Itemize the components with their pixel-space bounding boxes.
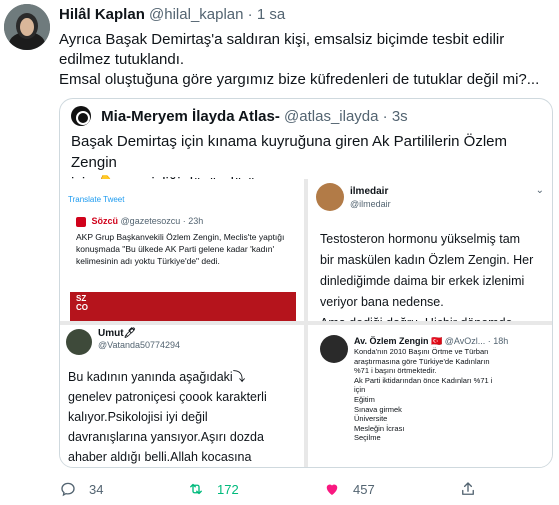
ozlem-text-line: için	[354, 385, 366, 395]
retweet-icon	[190, 483, 202, 495]
media-ozlem-screenshot: Av. Özlem Zengin 🇹🇷 @AvOzl... · 18h Kond…	[308, 325, 552, 467]
media-collage[interactable]: Translate Tweet Sözcü @gazetesozcu · 23h…	[60, 179, 552, 467]
sozcu-handle: @gazetesozcu · 23h	[120, 216, 204, 226]
umut-name: Umut🖊	[98, 328, 137, 339]
quoted-text-line: Başak Demirtaş için kınama kuyruğuna gir…	[71, 133, 508, 171]
quoted-tweet-header: Mia-Meryem İlayda Atlas- @atlas_ilayda ·…	[71, 106, 408, 127]
translate-link: Translate Tweet	[68, 195, 125, 204]
tweet-text-line: Ayrıca Başak Demirtaş'a saldıran kişi, e…	[59, 31, 505, 68]
ozlem-text: Konda'nın 2010 Başını Örtme ve Türban ar…	[354, 347, 546, 443]
ilmedair-text-line: dinlediğimde daima bir erkek izlenimi	[320, 274, 525, 288]
separator-dot: ·	[382, 107, 388, 125]
chevron-down-icon: ⌄	[535, 185, 544, 196]
ozlem-text-line: Üniversite	[354, 414, 388, 424]
share-button[interactable]	[459, 480, 489, 498]
quoted-tweet-time: 3s	[391, 107, 408, 125]
ilmedair-name: ilmedair	[350, 186, 389, 197]
umut-text-line: ahaber aldığı belli.Allah kocasına	[68, 450, 252, 464]
umut-avatar	[66, 329, 92, 355]
sozcu-text: AKP Grup Başkanvekili Özlem Zengin, Mecl…	[76, 232, 285, 266]
ozlem-name: Av. Özlem Zengin 🇹🇷	[354, 336, 443, 346]
heart-icon	[326, 484, 338, 495]
media-ilmedair-screenshot: ilmedair @ilmedair ⌄ Testosteron hormonu…	[308, 179, 552, 321]
sozcu-logo-icon	[76, 216, 86, 227]
author-avatar[interactable]	[4, 4, 50, 50]
media-umut-screenshot: Umut🖊 @Vatanda50774294 Bu kadının yanınd…	[60, 325, 304, 467]
share-icon	[462, 482, 474, 495]
ozlem-header: Av. Özlem Zengin 🇹🇷 @AvOzl... · 18h	[354, 336, 508, 347]
tweet-text: Ayrıca Başak Demirtaş'a saldıran kişi, e…	[59, 30, 554, 90]
retweet-button[interactable]: 172	[187, 480, 239, 498]
ozlem-text-line: Mesleğin İcrası	[354, 423, 405, 433]
tweet-time[interactable]: 1 sa	[257, 6, 285, 23]
ozlem-text-line: Sınava girmek	[354, 404, 402, 414]
umut-handle: @Vatanda50774294	[98, 340, 181, 350]
ozlem-text-line: araştırmasına göre Türkiye'de Kadınların	[354, 356, 490, 366]
quoted-author-avatar	[71, 106, 91, 126]
quoted-author-name: Mia-Meryem İlayda Atlas-	[101, 107, 280, 125]
ilmedair-text-line: Ama dediği doğru. Hiçbir dönemde	[320, 313, 550, 321]
sozcu-image	[70, 292, 296, 321]
umut-text-line: Bu kadının yanında aşağıdaki⤵	[68, 370, 246, 384]
author-name[interactable]: Hilâl Kaplan	[59, 6, 145, 23]
ilmedair-text-line: veriyor bana nedense.	[320, 295, 444, 309]
ilmedair-handle: @ilmedair	[350, 199, 391, 209]
like-count: 457	[353, 481, 375, 497]
sozcu-header: Sözcü @gazetesozcu · 23h	[76, 216, 203, 227]
ozlem-text-line: Ak Parti iktidarından önce Kadınları %71…	[354, 375, 493, 385]
quoted-tweet[interactable]: Mia-Meryem İlayda Atlas- @atlas_ilayda ·…	[59, 98, 553, 468]
umut-text-line: kalıyor.Psikolojisi iyi değil	[68, 410, 208, 424]
ozlem-avatar	[320, 335, 348, 363]
ilmedair-avatar	[316, 183, 344, 211]
ozlem-text-line: %71 i başını örtmektedir.	[354, 366, 437, 376]
reply-icon	[61, 482, 75, 497]
like-button[interactable]: 457	[323, 480, 375, 498]
umut-text-line: genelev patroniçesi çoook karakterli	[68, 390, 267, 404]
ilmedair-text: Testosteron hormonu yükselmiş tam bir ma…	[320, 229, 550, 321]
tweet-text-line: Emsal oluştuğuna göre yargımız bize küfr…	[59, 71, 540, 88]
tweet-header: Hilâl Kaplan @hilal_kaplan · 1 sa	[59, 6, 285, 23]
ozlem-card: Av. Özlem Zengin 🇹🇷 @AvOzl... · 18h Kond…	[314, 329, 548, 467]
tweet-actions: 34 172 457	[59, 480, 529, 500]
media-sozcu-screenshot: Translate Tweet Sözcü @gazetesozcu · 23h…	[60, 179, 304, 321]
ozlem-handle: @AvOzl... · 18h	[444, 336, 509, 346]
ozlem-text-line: Seçilme	[354, 433, 381, 443]
author-handle[interactable]: @hilal_kaplan	[149, 6, 243, 23]
ozlem-text-line: Eğitim	[354, 394, 375, 404]
umut-text: Bu kadının yanında aşağıdaki⤵ genelev pa…	[68, 367, 300, 467]
retweet-count: 172	[217, 481, 239, 497]
ilmedair-text-line: Testosteron hormonu yükselmiş tam	[320, 232, 521, 246]
ilmedair-text-line: bir maskülen kadın Özlem Zengin. Her	[320, 253, 534, 267]
umut-text-line: davranışlarına yansıyor.Aşırı dozda	[68, 430, 264, 444]
quoted-author-handle: @atlas_ilayda	[284, 107, 379, 125]
ozlem-text-line: Konda'nın 2010 Başını Örtme ve Türban	[354, 347, 489, 356]
sozcu-name: Sözcü	[91, 216, 119, 226]
reply-count: 34	[89, 481, 104, 497]
reply-button[interactable]: 34	[59, 480, 103, 498]
separator-dot: ·	[247, 6, 253, 23]
